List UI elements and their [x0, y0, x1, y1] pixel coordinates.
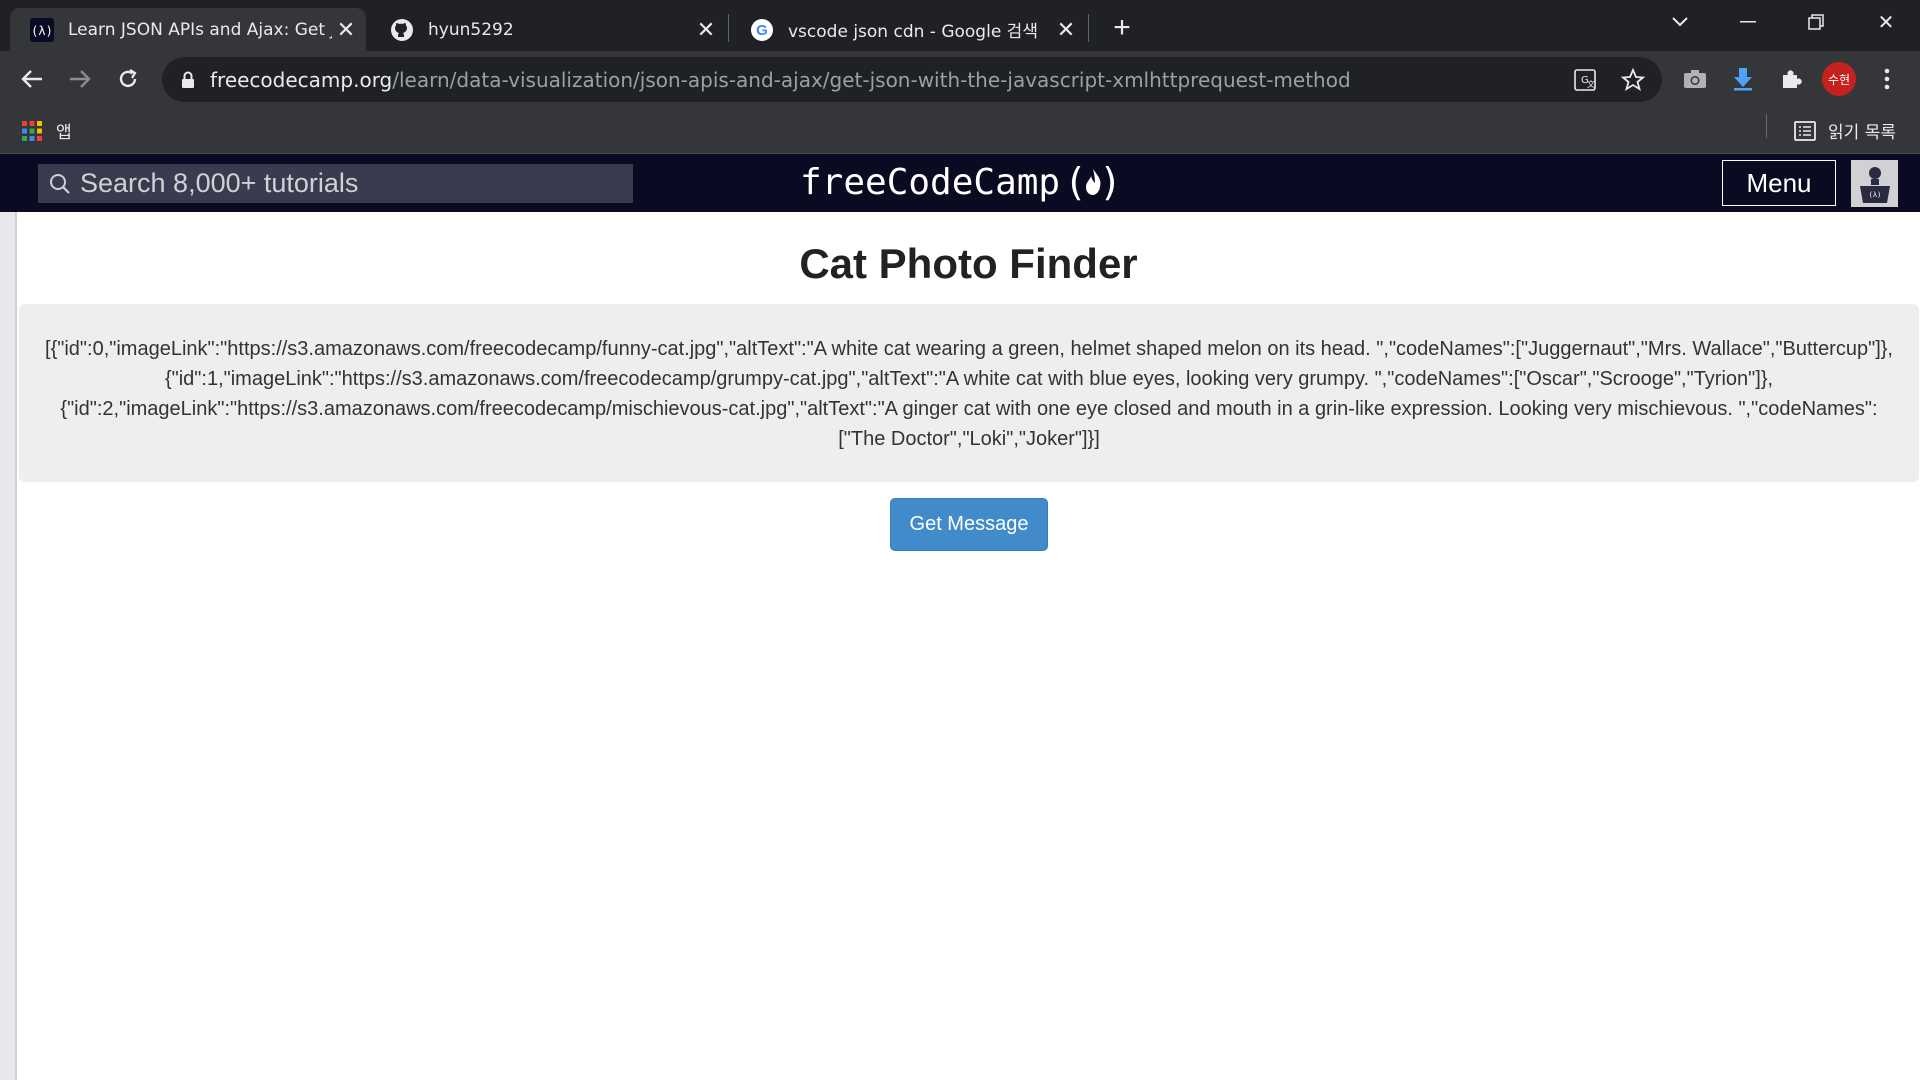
- github-icon: [390, 18, 414, 42]
- svg-text:(λ): (λ): [31, 24, 53, 38]
- tab-separator: [1088, 14, 1089, 42]
- tab-close-icon[interactable]: ✕: [332, 16, 360, 44]
- forward-arrow-icon[interactable]: [60, 59, 100, 99]
- fcc-nav-bar: Search 8,000+ tutorials freeCodeCamp ( )…: [0, 154, 1920, 212]
- new-tab-plus-icon[interactable]: +: [1104, 10, 1140, 46]
- back-arrow-icon[interactable]: [12, 59, 52, 99]
- bookmarks-divider: [1766, 114, 1767, 138]
- url-path: /learn/data-visualization/json-apis-and-…: [392, 67, 1351, 92]
- freecodecamp-favicon-icon: (λ): [30, 17, 54, 42]
- fcc-flame-icon: ( ): [1064, 163, 1122, 203]
- tab-github[interactable]: hyun5292 ✕: [370, 8, 726, 51]
- fcc-logo[interactable]: freeCodeCamp ( ): [800, 162, 1122, 203]
- tab-title: Learn JSON APIs and Ajax: Get JSON with …: [68, 19, 332, 40]
- apps-shortcut[interactable]: 앱: [22, 118, 72, 143]
- tab-close-icon[interactable]: ✕: [1052, 16, 1080, 44]
- fcc-search-input[interactable]: Search 8,000+ tutorials: [38, 164, 633, 203]
- menu-button[interactable]: Menu: [1722, 160, 1836, 206]
- reload-icon[interactable]: [108, 59, 148, 99]
- svg-text:(: (: [1064, 163, 1087, 203]
- more-vertical-icon[interactable]: [1870, 62, 1904, 96]
- tab-google-search[interactable]: G vscode json cdn - Google 검색 ✕: [730, 8, 1086, 51]
- bookmark-star-icon[interactable]: [1620, 67, 1646, 93]
- tab-close-icon[interactable]: ✕: [692, 16, 720, 44]
- get-message-button[interactable]: Get Message: [890, 498, 1048, 551]
- tab-title: hyun5292: [428, 19, 514, 40]
- browser-tab-strip: (λ) Learn JSON APIs and Ajax: Get JSON w…: [0, 0, 1920, 51]
- apps-label: 앱: [56, 123, 72, 143]
- google-icon: G: [750, 18, 774, 42]
- page-title: Cat Photo Finder: [799, 240, 1138, 287]
- fcc-logo-text: freeCodeCamp: [800, 162, 1061, 203]
- browser-toolbar: freecodecamp.org/learn/data-visualizatio…: [0, 51, 1920, 108]
- minimize-icon[interactable]: [1718, 0, 1778, 44]
- tab-search-chevron-icon[interactable]: [1650, 0, 1710, 44]
- tab-title: vscode json cdn - Google 검색: [788, 22, 1038, 42]
- svg-text:(λ): (λ): [1868, 191, 1881, 199]
- download-icon[interactable]: [1726, 62, 1760, 96]
- preview-pane: Cat Photo Finder [{"id":0,"imageLink":"h…: [17, 212, 1920, 1080]
- svg-text:): ): [1099, 163, 1122, 203]
- svg-text:文: 文: [1587, 79, 1595, 89]
- address-bar[interactable]: freecodecamp.org/learn/data-visualizatio…: [162, 57, 1662, 102]
- search-placeholder: Search 8,000+ tutorials: [80, 168, 359, 198]
- user-avatar[interactable]: (λ): [1851, 160, 1898, 207]
- json-message-box: [{"id":0,"imageLink":"https://s3.amazona…: [19, 304, 1919, 482]
- apps-grid-icon: [22, 120, 42, 141]
- translate-icon[interactable]: G文: [1572, 67, 1598, 93]
- extensions-puzzle-icon[interactable]: [1774, 62, 1808, 96]
- url-text: freecodecamp.org/learn/data-visualizatio…: [210, 68, 1351, 92]
- lock-icon[interactable]: [178, 70, 198, 90]
- reading-list-icon: [1794, 120, 1816, 141]
- reading-list[interactable]: 읽기 목록: [1794, 118, 1896, 143]
- bookmarks-bar: 앱 읽기 목록: [0, 108, 1920, 154]
- svg-text:G: G: [756, 22, 768, 39]
- preview-left-border: [0, 212, 17, 1080]
- tab-separator: [728, 14, 729, 42]
- url-host: freecodecamp.org: [210, 67, 393, 92]
- reading-list-label: 읽기 목록: [1828, 123, 1896, 143]
- tab-learn-json[interactable]: (λ) Learn JSON APIs and Ajax: Get JSON w…: [10, 8, 366, 51]
- search-icon: [48, 172, 72, 196]
- profile-avatar[interactable]: 수현: [1822, 62, 1856, 96]
- camera-icon[interactable]: [1678, 62, 1712, 96]
- window-close-icon[interactable]: ✕: [1856, 0, 1916, 44]
- restore-icon[interactable]: [1786, 0, 1846, 44]
